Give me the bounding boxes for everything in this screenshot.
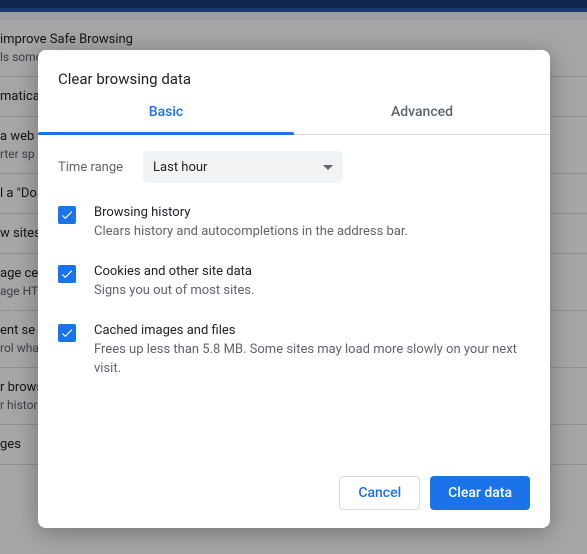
checkbox-cookies[interactable] [58,265,76,283]
option-cached: Cached images and files Frees up less th… [58,323,530,379]
option-title: Browsing history [94,205,408,220]
option-cookies: Cookies and other site data Signs you ou… [58,264,530,301]
time-range-value: Last hour [153,160,207,175]
clear-browsing-data-dialog: Clear browsing data Basic Advanced Time … [38,50,550,528]
time-range-label: Time range [58,160,123,175]
option-title: Cookies and other site data [94,264,255,279]
clear-data-button[interactable]: Clear data [430,476,530,510]
chevron-down-icon [323,165,333,170]
tab-advanced[interactable]: Advanced [294,104,550,134]
checkbox-cached[interactable] [58,324,76,342]
option-desc: Frees up less than 5.8 MB. Some sites ma… [94,341,530,379]
check-icon [60,208,74,222]
option-desc: Signs you out of most sites. [94,282,255,301]
dialog-tabs: Basic Advanced [38,104,550,135]
cancel-button[interactable]: Cancel [339,476,420,510]
option-desc: Clears history and autocompletions in th… [94,223,408,242]
tab-basic[interactable]: Basic [38,104,294,134]
check-icon [60,267,74,281]
check-icon [60,326,74,340]
time-range-select[interactable]: Last hour [143,151,343,183]
option-browsing-history: Browsing history Clears history and auto… [58,205,530,242]
option-title: Cached images and files [94,323,530,338]
dialog-title: Clear browsing data [38,50,550,104]
checkbox-browsing-history[interactable] [58,206,76,224]
